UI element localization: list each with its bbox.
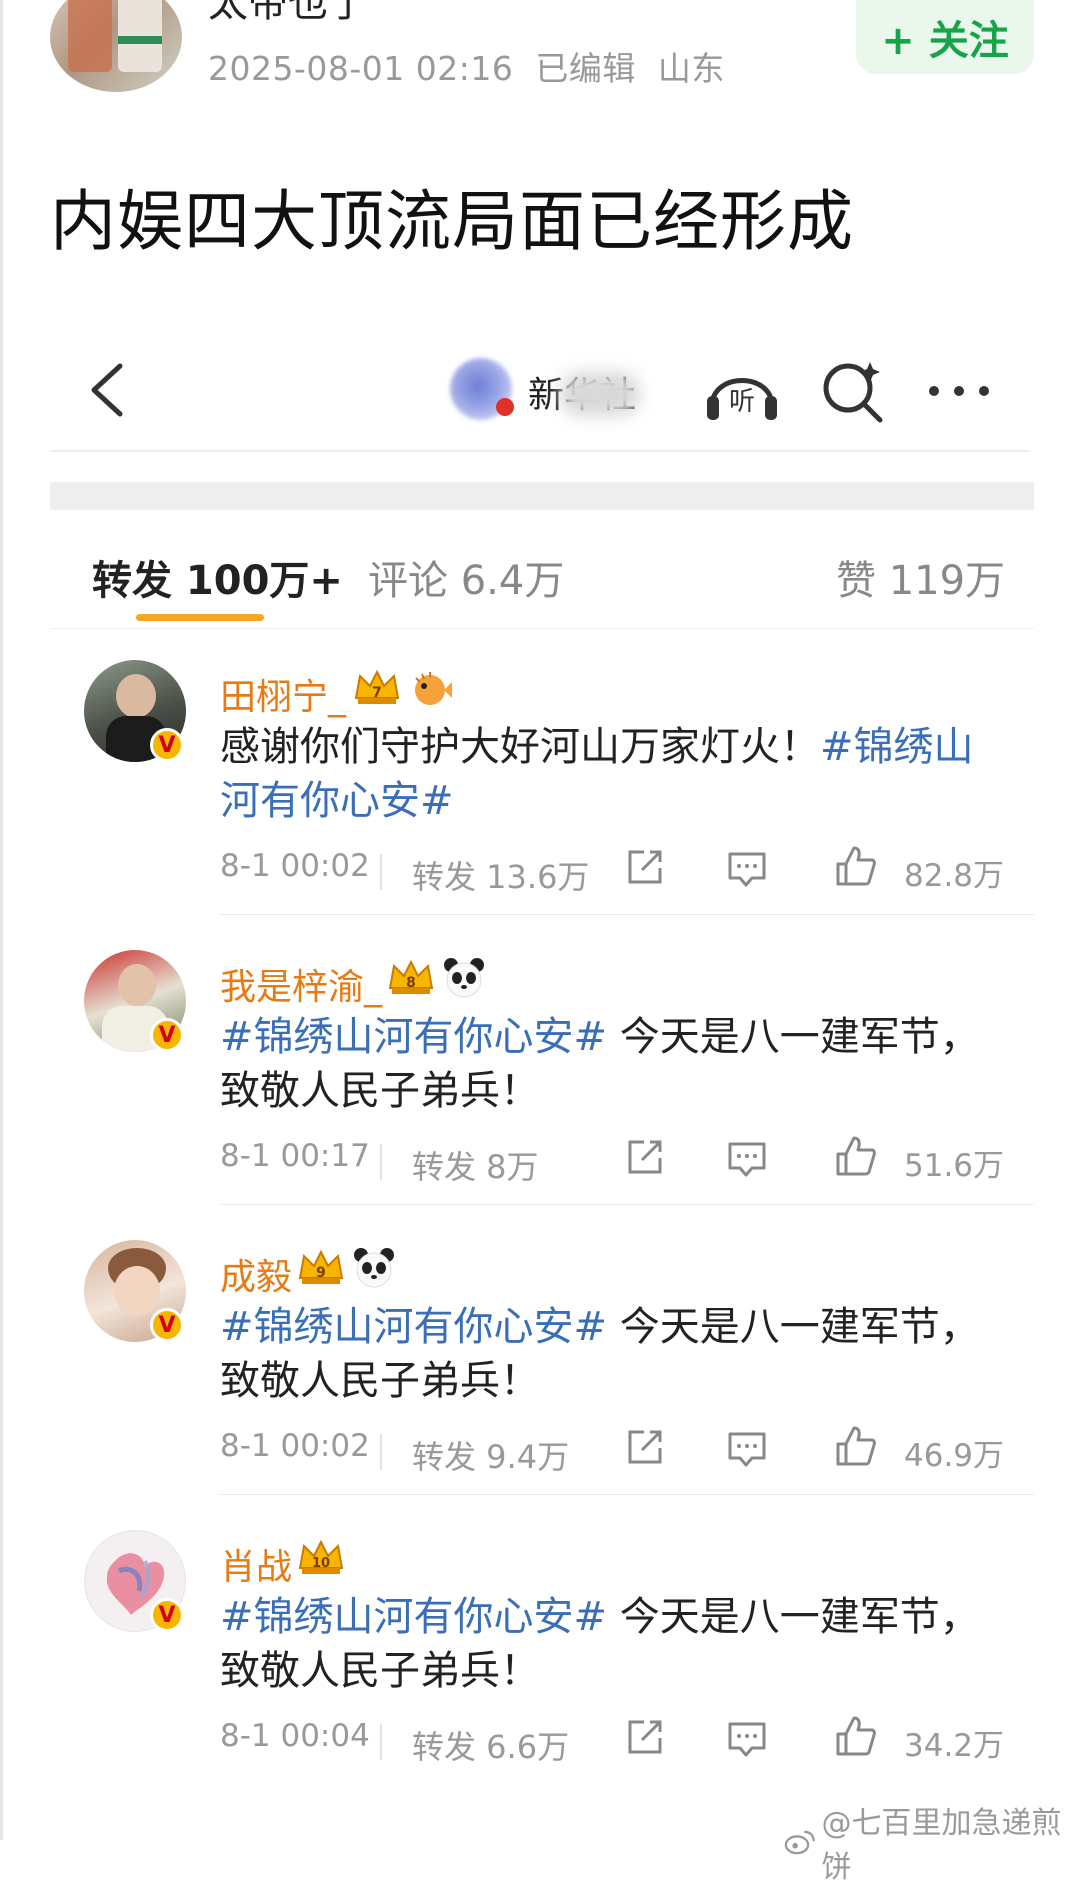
verified-badge: V [150,1018,184,1052]
repost-count[interactable]: 转发 13.6万 [412,852,589,898]
repost-footer: 8-1 00:17 转发 8万 51.6万 [220,1134,1020,1186]
comment-icon[interactable] [726,1720,768,1758]
thumbs-up-icon[interactable] [834,1714,876,1758]
repost-count[interactable]: 转发 9.4万 [412,1432,569,1478]
repost-footer: 8-1 00:02 转发 13.6万 82.8万 [220,844,1020,896]
tab-repost[interactable]: 转发 100万+ [92,548,343,606]
tab-divider [50,628,1034,629]
repost-footer: 8-1 00:04 转发 6.6万 34.2万 [220,1714,1020,1766]
verified-badge: V [150,728,184,762]
repost-content: #锦绣山河有你心安# 今天是八一建军节，致敬人民子弟兵！ [220,1010,1010,1118]
repost-item[interactable]: V 田栩宁_ 7 感谢你们守护大好河山万家灯火！#锦绣山河有你心安# 8-1 0… [0,634,1072,924]
repost-count[interactable]: 转发 8万 [412,1142,539,1188]
comment-icon[interactable] [726,1140,768,1178]
share-icon[interactable] [624,1138,664,1178]
headphones-icon[interactable]: 听 [702,358,782,424]
crown-level: 8 [406,975,416,991]
weibo-logo-icon [784,1830,815,1855]
topic-link[interactable]: #锦绣山河有你心安# [220,1014,607,1060]
panda-icon [354,1248,394,1288]
active-tab-indicator [136,614,264,621]
repost-content: #锦绣山河有你心安# 今天是八一建军节，致敬人民子弟兵！ [220,1590,1010,1698]
listen-label: 听 [729,387,755,417]
verified-badge: V [150,1598,184,1632]
user-name[interactable]: 田栩宁_ [220,668,346,720]
crown-badge-icon: 8 [388,959,434,994]
panda-icon [444,958,484,998]
post-time: 2025-08-01 02:16 [208,49,514,88]
crown-level: 9 [316,1265,326,1281]
tab-comment[interactable]: 评论 6.4万 [368,548,564,606]
repost-item[interactable]: V 我是梓渝_ 8 #锦绣山河有你心安# 今天是八一建军节，致敬人民子弟兵！ 8… [0,924,1072,1214]
repost-count[interactable]: 转发 6.6万 [412,1722,569,1768]
author-name[interactable]: 太帝也了 [208,0,368,28]
watermark-text: @七百里加急递煎饼 [821,1806,1062,1885]
like-count: 46.9万 [904,1438,1005,1474]
back-icon[interactable] [84,360,130,420]
post-title: 内娱四大顶流局面已经形成 [50,183,854,260]
post-location: 山东 [657,49,725,88]
repost-item[interactable]: V 肖战 10 #锦绣山河有你心安# 今天是八一建军节，致敬人民子弟兵！ 8-1… [0,1504,1072,1794]
comment-icon[interactable] [726,1430,768,1468]
repost-footer: 8-1 00:02 转发 9.4万 46.9万 [220,1424,1020,1476]
pufferfish-icon [415,672,452,705]
repost-time: 8-1 00:02 [220,848,370,884]
thumbs-up-icon[interactable] [834,1134,876,1178]
repost-content: 感谢你们守护大好河山万家灯火！#锦绣山河有你心安# [220,720,1010,828]
live-badge [496,398,514,416]
user-name[interactable]: 我是梓渝_ [220,958,382,1010]
share-icon[interactable] [624,848,664,888]
crown-badge-icon: 7 [354,669,400,704]
crown-level: 10 [312,1556,330,1571]
watermark: @七百里加急递煎饼 [784,1798,1072,1886]
verified-badge: V [150,1308,184,1342]
like-count: 34.2万 [904,1728,1005,1764]
more-icon[interactable] [926,378,992,404]
topic-link[interactable]: #锦绣山河有你心安# [220,1304,607,1350]
section-separator [50,482,1034,510]
crown-badge-icon: 9 [298,1249,344,1284]
follow-button[interactable]: + 关注 [856,0,1034,74]
post-meta: 2025-08-01 02:16 已编辑 山东 [208,42,725,90]
blur-mask [560,372,640,416]
repost-content: #锦绣山河有你心安# 今天是八一建军节，致敬人民子弟兵！ [220,1300,1010,1408]
repost-time: 8-1 00:02 [220,1428,370,1464]
like-count: 82.8万 [904,858,1005,894]
crown-badge-icon: 10 [298,1539,344,1574]
search-icon[interactable] [820,358,886,424]
post-edited: 已编辑 [535,49,636,88]
repost-time: 8-1 00:04 [220,1718,370,1754]
nav-divider [50,450,1030,452]
share-icon[interactable] [624,1718,664,1758]
share-icon[interactable] [624,1428,664,1468]
repost-time: 8-1 00:17 [220,1138,370,1174]
user-name[interactable]: 成毅 [220,1248,292,1300]
like-count: 51.6万 [904,1148,1005,1184]
tab-like[interactable]: 赞 119万 [836,548,1005,606]
crown-level: 7 [372,685,382,701]
author-avatar[interactable] [50,0,182,92]
comment-icon[interactable] [726,850,768,888]
thumbs-up-icon[interactable] [834,844,876,888]
user-name[interactable]: 肖战 [220,1538,292,1590]
repost-item[interactable]: V 成毅 9 #锦绣山河有你心安# 今天是八一建军节，致敬人民子弟兵！ 8-1 … [0,1214,1072,1504]
topic-link[interactable]: #锦绣山河有你心安# [220,1594,607,1640]
thumbs-up-icon[interactable] [834,1424,876,1468]
content-text: 感谢你们守护大好河山万家灯火！ [220,724,820,770]
